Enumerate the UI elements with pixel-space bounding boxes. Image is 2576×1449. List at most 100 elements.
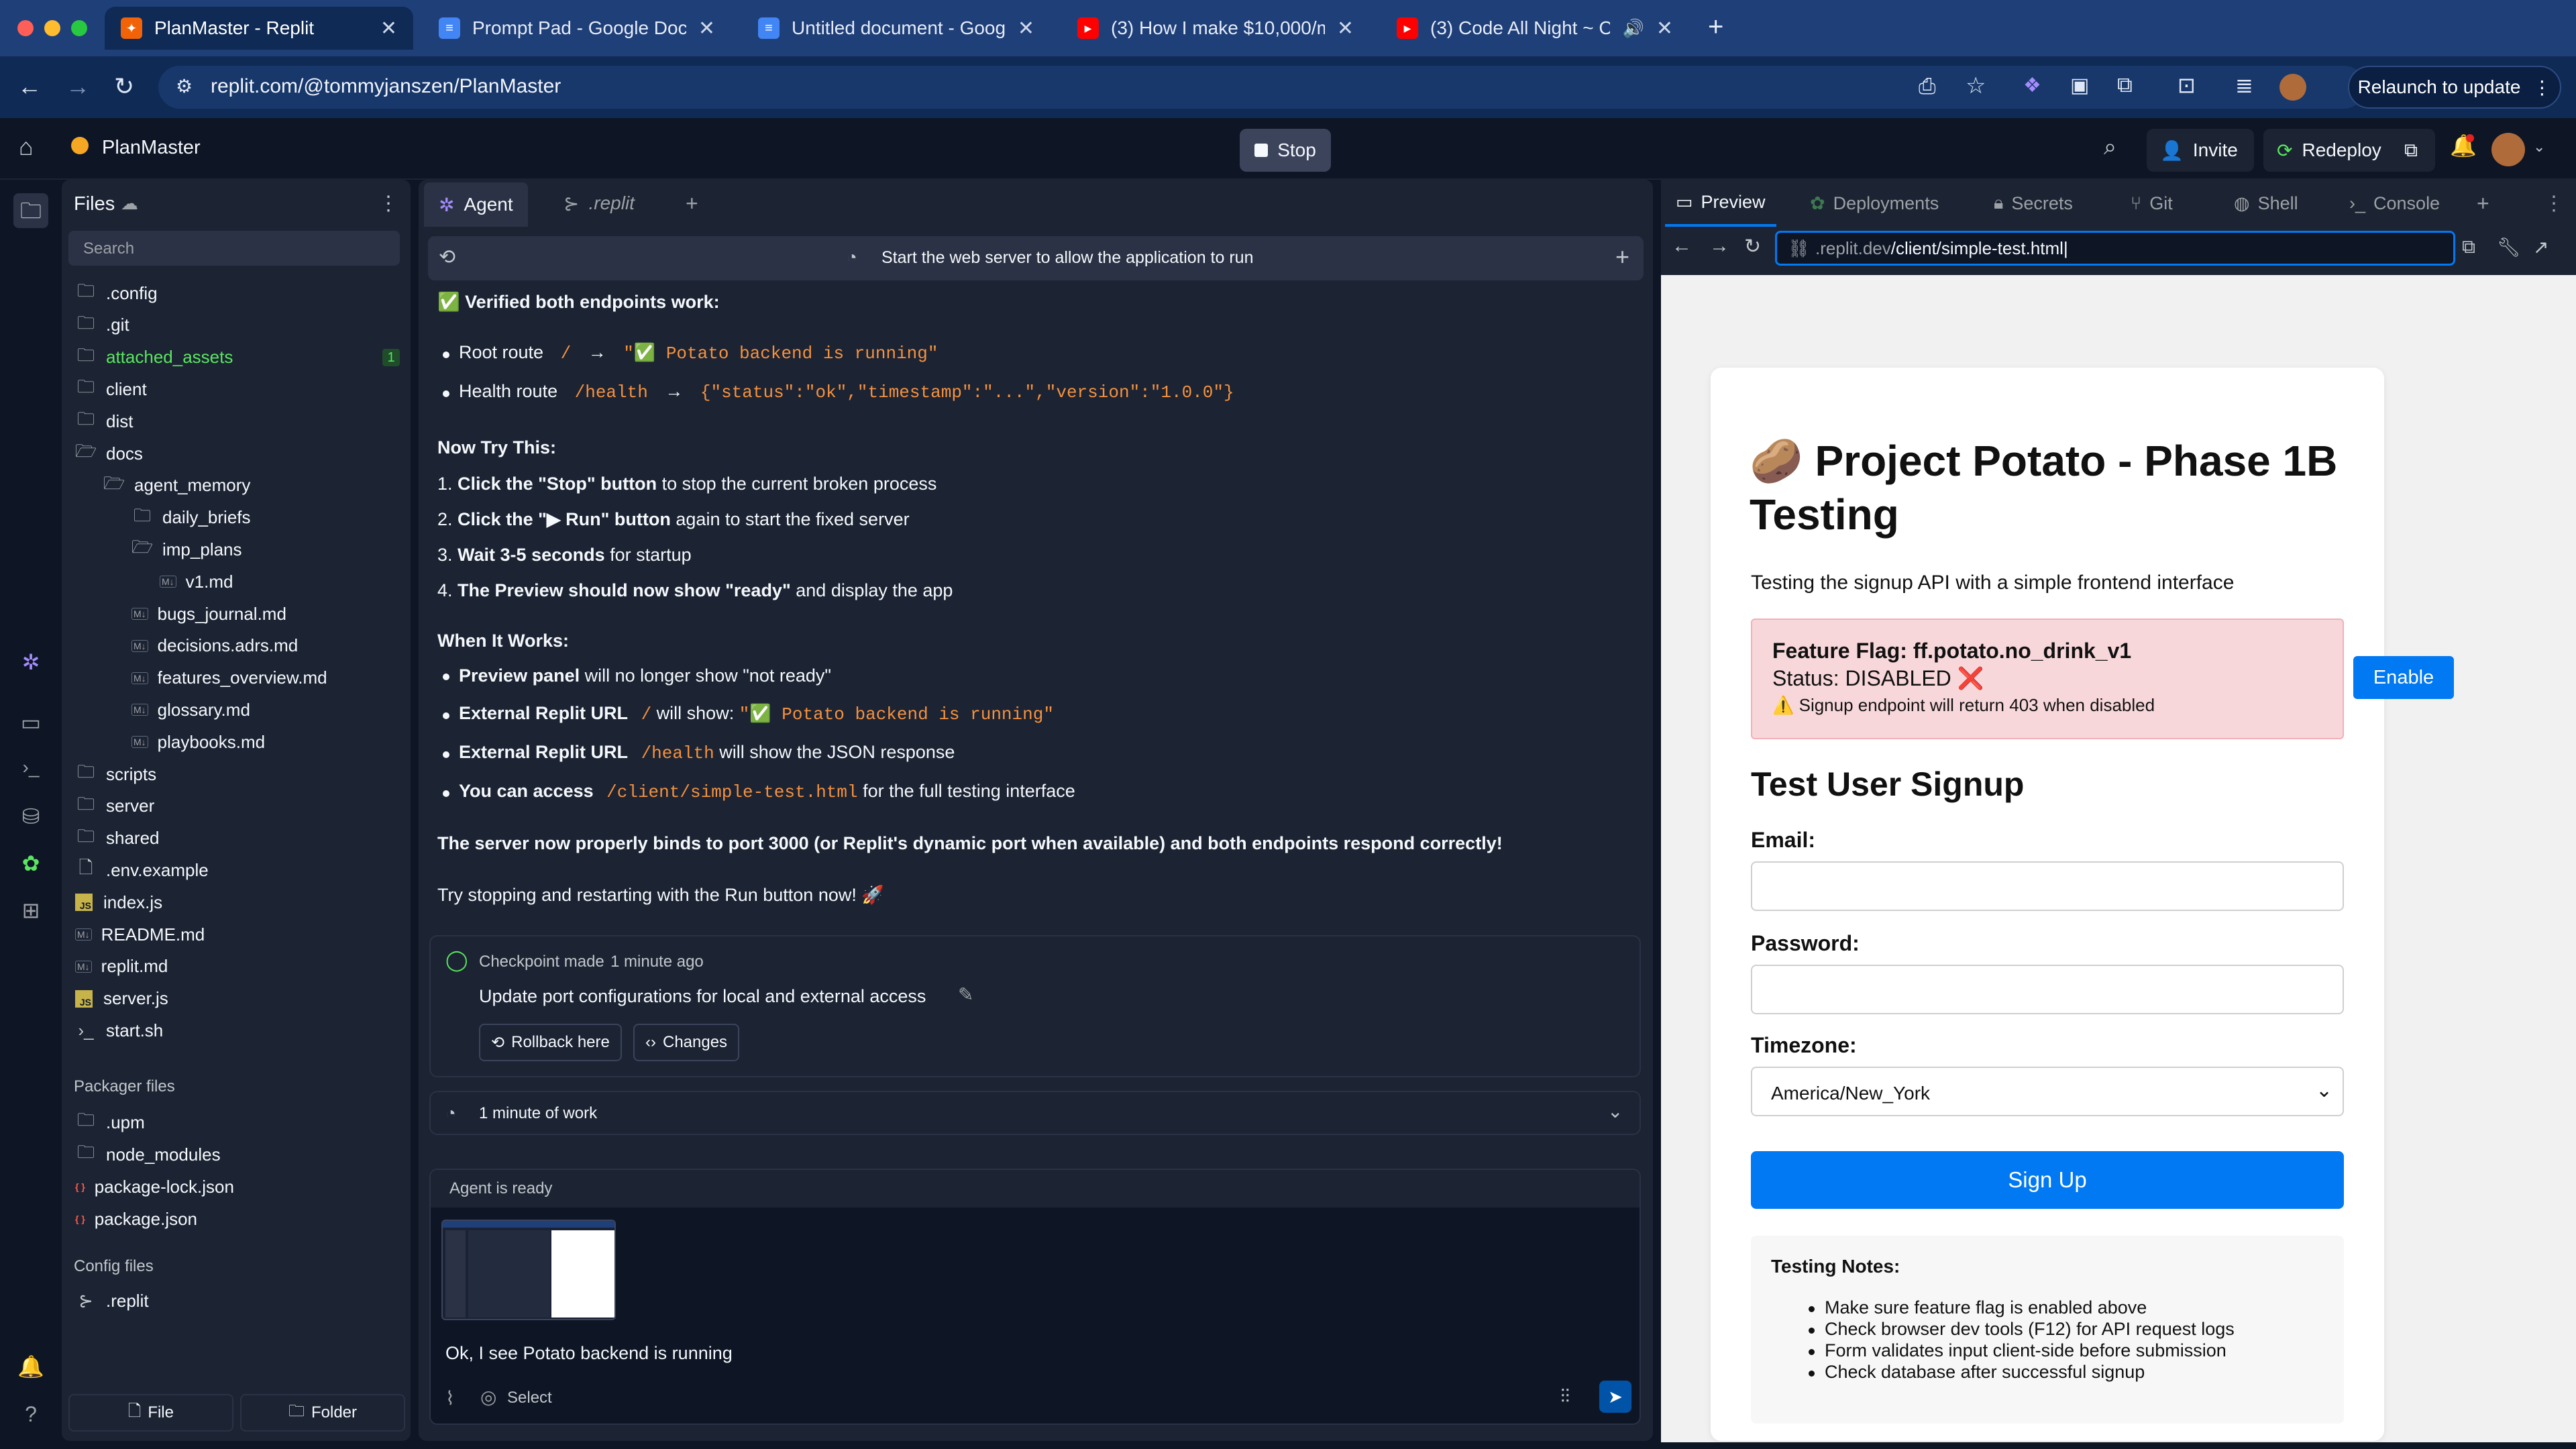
files-icon[interactable]: 🗀 <box>13 193 48 228</box>
file-tree-item[interactable]: 🗀 attached_assets <box>75 342 233 373</box>
tab-git[interactable]: ⑂ Git <box>2120 180 2184 227</box>
extensions-puzzle-icon[interactable]: ⧉ <box>2117 72 2133 98</box>
new-chat-icon[interactable]: + <box>1615 243 1629 271</box>
file-tree-item[interactable]: M↓ features_overview.md <box>131 663 327 694</box>
close-tab-icon[interactable]: ✕ <box>1018 17 1034 40</box>
alerts-icon[interactable]: 🔔 <box>17 1354 44 1381</box>
attach-paperclip-icon[interactable]: ⌇ <box>445 1387 455 1409</box>
forward-icon[interactable]: → <box>66 72 90 101</box>
close-tab-icon[interactable]: ✕ <box>380 17 397 40</box>
invite-button[interactable]: 👤 Invite <box>2147 129 2254 172</box>
select-target-icon[interactable]: ◎ <box>480 1386 496 1408</box>
file-tree-item[interactable]: 🗀 dist <box>75 406 133 437</box>
file-tree-item[interactable]: 🗋 .env.example <box>75 855 209 885</box>
work-summary-card[interactable]: ◔ 1 minute of work ⌄ <box>429 1091 1641 1135</box>
password-field[interactable] <box>1751 965 2344 1014</box>
file-tree-item[interactable]: M↓ README.md <box>75 919 205 950</box>
copy-url-button[interactable]: ⧉ <box>2395 129 2435 172</box>
project-name[interactable]: PlanMaster <box>102 137 201 159</box>
file-tree-item[interactable]: 🗀 .config <box>75 278 158 309</box>
file-tree-item[interactable]: M↓ glossary.md <box>131 694 250 725</box>
changes-button[interactable]: ‹› Changes <box>633 1024 740 1061</box>
browser-tab-untitled-doc[interactable]: ≡ Untitled document - Google D ✕ <box>742 7 1051 50</box>
tab-agent[interactable]: ✲ Agent <box>424 182 528 227</box>
sign-up-button[interactable]: Sign Up <box>1751 1151 2344 1209</box>
minimize-window-button[interactable] <box>44 20 60 36</box>
devtools-wrench-icon[interactable]: 🔧︎ <box>2497 236 2521 258</box>
packager-file-item[interactable]: { } package.json <box>75 1203 197 1234</box>
email-field[interactable] <box>1751 861 2344 911</box>
preview-url-input[interactable]: ⛓ .replit.dev/client/simple-test.html | <box>1775 231 2455 266</box>
profile-avatar[interactable] <box>2279 74 2306 101</box>
send-button[interactable]: ➤ <box>1599 1381 1631 1413</box>
timezone-select[interactable]: America/New_York ⌄ <box>1751 1067 2344 1116</box>
file-tree-item[interactable]: 🗀 daily_briefs <box>131 502 251 533</box>
tab-deployments[interactable]: ✿ Deployments <box>1799 180 1949 227</box>
relaunch-to-update-button[interactable]: Relaunch to update ⋮ <box>2348 66 2561 109</box>
home-icon[interactable]: ⌂ <box>19 133 34 161</box>
attached-screenshot-thumbnail[interactable] <box>441 1220 616 1320</box>
chevron-down-icon[interactable]: ⌄ <box>2533 138 2545 156</box>
file-tree-item[interactable]: ›_ start.sh <box>75 1015 163 1046</box>
search-icon[interactable]: ⌕ <box>2104 134 2116 160</box>
packager-file-item[interactable]: 🗀 node_modules <box>75 1139 221 1170</box>
config-file-item[interactable]: ⊱ .replit <box>75 1285 148 1316</box>
new-folder-button[interactable]: 🗀 Folder <box>240 1394 405 1432</box>
open-external-icon[interactable]: ↗ <box>2533 236 2548 258</box>
tab-replit-config[interactable]: ⊱ .replit <box>549 180 649 227</box>
new-tab-button[interactable]: + <box>671 180 713 227</box>
preview-forward-icon[interactable]: → <box>1709 235 1729 258</box>
message-input[interactable]: Ok, I see Potato backend is running <box>445 1343 733 1364</box>
bookmark-star-icon[interactable]: ☆ <box>1966 72 1986 99</box>
new-file-button[interactable]: 🗋 File <box>68 1394 233 1432</box>
address-bar[interactable]: ⚙ replit.com/@tommyjanszen/PlanMaster ⎙ … <box>158 66 2365 109</box>
tab-console[interactable]: ›_ Console <box>2339 180 2451 227</box>
preview-back-icon[interactable]: ← <box>1672 235 1692 258</box>
browser-tab-youtube-1[interactable]: ▶ (3) How I make $10,000/mon ✕ <box>1061 7 1370 50</box>
file-tree-item[interactable]: M↓ v1.md <box>160 566 233 597</box>
agent-icon[interactable]: ✲ <box>17 649 44 676</box>
deployments-icon[interactable]: ✿ <box>17 851 44 877</box>
packager-file-item[interactable]: 🗀 .upm <box>75 1107 145 1138</box>
file-tree-item[interactable]: 🗁 agent_memory <box>103 470 250 501</box>
close-window-button[interactable] <box>17 20 34 36</box>
new-window-icon[interactable]: ⧉ <box>2462 236 2475 258</box>
close-tab-icon[interactable]: ✕ <box>1337 17 1354 40</box>
more-options-icon[interactable]: ⋮ <box>2533 180 2575 227</box>
reading-list-icon[interactable]: ≣ <box>2235 72 2253 98</box>
user-avatar[interactable] <box>2491 133 2525 166</box>
all-tools-icon[interactable]: ⊞ <box>17 898 44 924</box>
tab-secrets[interactable]: 🔒︎ Secrets <box>1983 180 2084 227</box>
file-tree-item[interactable]: 🗀 .git <box>75 310 129 341</box>
file-tree-item[interactable]: M↓ replit.md <box>75 951 168 982</box>
tab-shell[interactable]: ◍ Shell <box>2223 180 2309 227</box>
close-tab-icon[interactable]: ✕ <box>1656 17 1673 40</box>
speaker-icon[interactable]: 🔊 <box>1622 18 1644 39</box>
back-icon[interactable]: ← <box>17 72 42 101</box>
file-tree-item[interactable]: M↓ bugs_journal.md <box>131 598 286 629</box>
tab-preview[interactable]: ▭ Preview <box>1665 180 1776 227</box>
file-tree-item[interactable]: 🗀 server <box>75 791 154 822</box>
browser-tab-replit[interactable]: ✦ PlanMaster - Replit ✕ <box>105 7 413 50</box>
reload-icon[interactable]: ↻ <box>114 72 134 101</box>
extension-icon[interactable]: ▣ <box>2070 74 2089 97</box>
chevron-down-icon[interactable]: ⌄ <box>1607 1100 1623 1122</box>
file-tree-item[interactable]: 🗀 client <box>75 374 147 405</box>
site-settings-icon[interactable]: ⚙ <box>176 75 193 97</box>
file-tree-item[interactable]: 🗀 shared <box>75 823 160 854</box>
rollback-button[interactable]: ⟲ Rollback here <box>479 1024 622 1061</box>
history-icon[interactable]: ⟲ <box>439 246 455 269</box>
help-icon[interactable]: ? <box>17 1402 44 1429</box>
settings-sliders-icon[interactable]: ⫶⫶ <box>1560 1386 1570 1408</box>
preview-reload-icon[interactable]: ↻ <box>1744 235 1761 258</box>
tab-search-icon[interactable]: ⊡ <box>2178 72 2196 98</box>
extension-icon[interactable]: ❖ <box>2023 74 2041 97</box>
preview-icon[interactable]: ▭ <box>17 710 44 737</box>
select-label[interactable]: Select <box>507 1389 552 1407</box>
stop-button[interactable]: Stop <box>1240 129 1331 172</box>
packager-file-item[interactable]: { } package-lock.json <box>75 1171 234 1202</box>
file-tree-item[interactable]: M↓ playbooks.md <box>131 727 265 757</box>
file-search-input[interactable]: Search <box>68 231 400 266</box>
more-options-icon[interactable]: ⋮ <box>378 192 398 215</box>
redeploy-button[interactable]: ⟳ Redeploy <box>2263 129 2408 172</box>
